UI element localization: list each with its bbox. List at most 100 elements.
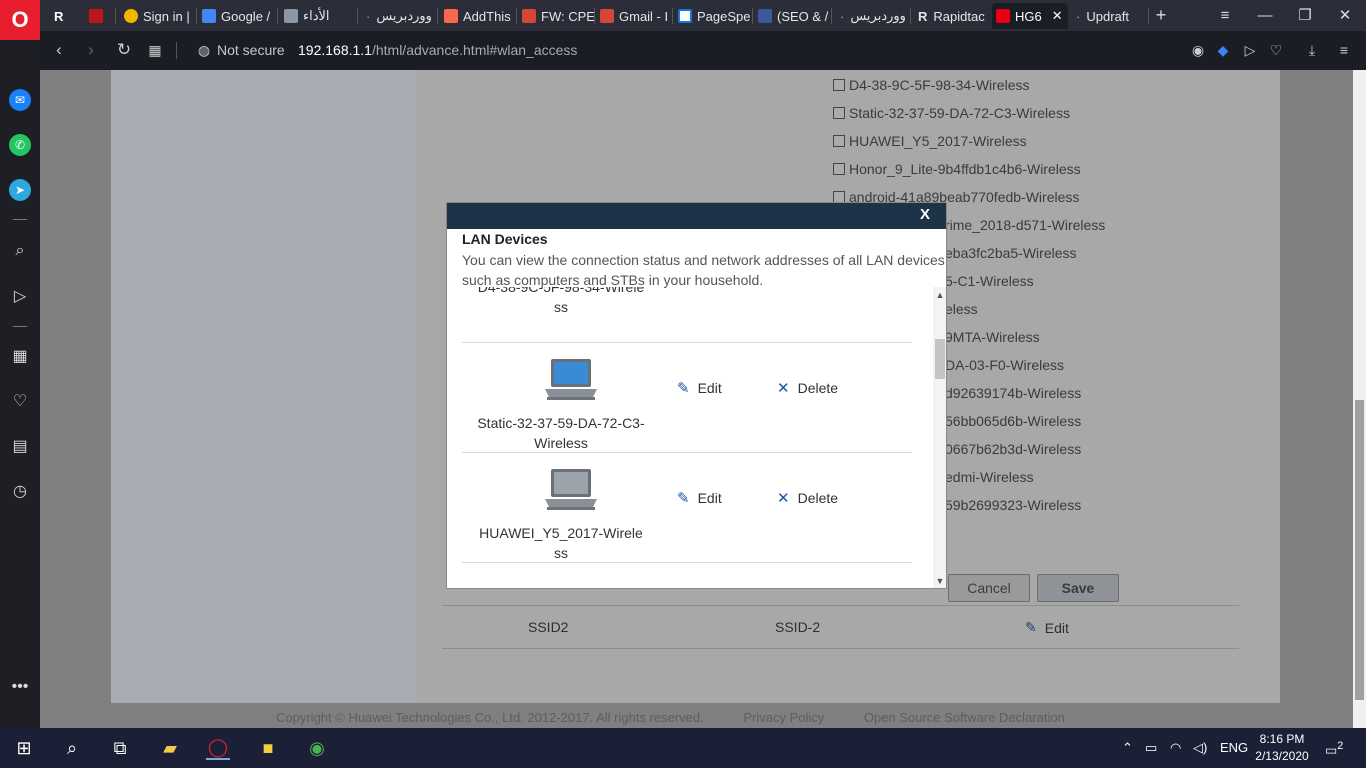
tab-updraft[interactable]: · Updraft	[1072, 3, 1148, 29]
heart-icon[interactable]: ♡	[1266, 40, 1286, 60]
close-window-button[interactable]: ✕	[1332, 4, 1358, 26]
url-host: 192.168.1.1	[298, 42, 372, 58]
divider	[442, 648, 1239, 649]
tab-facebook[interactable]: (SEO & /	[754, 3, 830, 29]
tab-pagespeed[interactable]: PageSpe	[674, 3, 750, 29]
device-label: edmi-Wireless	[945, 469, 1034, 485]
tab-addthis[interactable]: AddThis	[440, 3, 515, 29]
shield-icon[interactable]: ◆	[1213, 40, 1233, 60]
privacy-policy-link[interactable]: Privacy Policy	[743, 710, 824, 725]
checkbox[interactable]	[833, 107, 845, 119]
tab-wordpress-2[interactable]: · ووردبريس	[836, 3, 908, 29]
url-input[interactable]: 192.168.1.1/html/advance.html#wlan_acces…	[298, 42, 577, 58]
search-icon[interactable]: ⌕	[60, 736, 84, 760]
clock-time[interactable]: 8:16 PM	[1254, 732, 1310, 746]
tab-wordpress[interactable]: · ووردبريس	[362, 3, 436, 29]
send-icon[interactable]: ▷	[1240, 40, 1260, 60]
dialog-scrollbar-thumb[interactable]	[935, 339, 945, 379]
download-icon[interactable]: ⤓	[1302, 40, 1322, 60]
dialog-scrollbar[interactable]: ▲ ▼	[933, 287, 946, 588]
device-label: 59b2699323-Wireless	[945, 497, 1082, 513]
chevron-up-icon[interactable]: ⌃	[1122, 740, 1133, 756]
page-side-panel	[111, 70, 416, 703]
clock-date[interactable]: 2/13/2020	[1254, 749, 1310, 763]
news-icon[interactable]: ▤	[9, 435, 31, 457]
easy-setup-icon[interactable]: ≡	[1334, 40, 1354, 60]
chevron-up-icon[interactable]: ▲	[934, 289, 946, 301]
edit-button[interactable]: ✎ Edit	[677, 489, 722, 507]
opera-taskbar-icon[interactable]: ◯	[206, 736, 230, 760]
task-view-icon[interactable]: ⧉	[108, 736, 132, 760]
tab-bar: R Sign in | Google / الأداء · ووردبريس Ad…	[40, 0, 1366, 31]
dialog-title: LAN Devices	[462, 231, 548, 247]
save-button[interactable]: Save	[1037, 574, 1119, 602]
device-checkbox[interactable]: D4-38-9C-5F-98-34-Wireless	[833, 77, 1030, 93]
language-indicator[interactable]: ENG	[1220, 740, 1248, 755]
cancel-button[interactable]: Cancel	[948, 574, 1030, 602]
heart-icon[interactable]: ♡	[9, 390, 31, 412]
notification-icon[interactable]: ▭2	[1325, 740, 1343, 758]
tab-r[interactable]: R	[50, 3, 82, 29]
sticky-notes-icon[interactable]: ■	[256, 736, 280, 760]
device-checkbox[interactable]: Honor_9_Lite-9b4ffdb1c4b6-Wireless	[833, 161, 1081, 177]
page-scrollbar-thumb[interactable]	[1355, 400, 1364, 700]
device-label: d92639174b-Wireless	[945, 385, 1082, 401]
close-tab-icon[interactable]: ✕	[1052, 8, 1063, 24]
more-icon[interactable]: •••	[9, 676, 31, 698]
checkbox[interactable]	[833, 79, 845, 91]
wordpress-icon: ·	[840, 8, 845, 24]
tab-sign-in[interactable]: Sign in |	[120, 3, 200, 29]
edit-button[interactable]: ✎ Edit	[677, 379, 722, 397]
tab-gmail[interactable]: Gmail - I	[596, 3, 672, 29]
tab-performance[interactable]: الأداء	[280, 3, 352, 29]
checkbox[interactable]	[833, 135, 845, 147]
lan-device-row: D4-38-9C-5F-98-34-Wireless ✎Edit ✕Delete	[462, 287, 912, 343]
device-checkbox[interactable]: Static-32-37-59-DA-72-C3-Wireless	[833, 105, 1070, 121]
forward-button[interactable]: ›	[80, 39, 102, 61]
chevron-down-icon[interactable]: ▼	[934, 575, 946, 587]
tab-flame[interactable]	[85, 3, 113, 29]
new-tab-button[interactable]: +	[1148, 4, 1174, 26]
tab-google-ads[interactable]: Google /	[198, 3, 276, 29]
opera-menu-button[interactable]: O	[0, 0, 40, 40]
tabs-grid-icon[interactable]: ▦	[144, 39, 166, 61]
wifi-icon[interactable]: ◠	[1170, 740, 1181, 756]
laptop-icon	[545, 359, 597, 400]
close-dialog-button[interactable]: X	[920, 206, 930, 223]
whatsapp-icon[interactable]: ✆	[9, 134, 31, 156]
camera-icon[interactable]: ◉	[1188, 40, 1208, 60]
open-source-link[interactable]: Open Source Software Declaration	[864, 710, 1065, 725]
tab-fw-cpe[interactable]: FW: CPE	[518, 3, 594, 29]
pagespeed-icon	[678, 9, 692, 23]
delete-button[interactable]: ✕ Delete	[777, 489, 838, 507]
battery-icon[interactable]: ▭	[1145, 740, 1157, 756]
tab-menu-icon[interactable]: ≡	[1212, 4, 1238, 26]
r-logo-icon: R	[54, 8, 64, 24]
speed-dial-icon[interactable]: ▦	[9, 345, 31, 367]
history-icon[interactable]: ◷	[9, 480, 31, 502]
gmail-icon	[600, 9, 614, 23]
file-explorer-icon[interactable]: ▰	[158, 736, 182, 760]
minimize-button[interactable]: —	[1252, 4, 1278, 26]
tab-hg6-active[interactable]: HG6 ✕	[992, 3, 1068, 29]
tab-rapidtac[interactable]: R Rapidtac	[914, 3, 992, 29]
updraft-icon: ·	[1076, 8, 1081, 24]
edit-icon: ✎	[677, 490, 690, 507]
windows-start-icon[interactable]: ⊞	[12, 736, 36, 760]
telegram-icon[interactable]: ➤	[9, 179, 31, 201]
messenger-icon[interactable]: ✉	[9, 89, 31, 111]
delete-button[interactable]: ✕ Delete	[777, 379, 838, 397]
search-icon[interactable]: ⌕	[9, 240, 31, 262]
device-checkbox[interactable]: HUAWEI_Y5_2017-Wireless	[833, 133, 1027, 149]
restore-button[interactable]: ❐	[1292, 4, 1318, 26]
divider	[442, 605, 1239, 606]
chrome-icon[interactable]: ◉	[305, 736, 329, 760]
volume-icon[interactable]: ◁)	[1193, 740, 1207, 756]
security-status-text: Not secure	[217, 42, 285, 58]
dialog-header: X	[447, 203, 946, 229]
ssid-edit-button[interactable]: ✎ Edit	[1025, 619, 1069, 636]
back-button[interactable]: ‹	[48, 39, 70, 61]
reload-button[interactable]: ↻	[113, 39, 135, 61]
send-icon[interactable]: ▷	[9, 285, 31, 307]
checkbox[interactable]	[833, 163, 845, 175]
